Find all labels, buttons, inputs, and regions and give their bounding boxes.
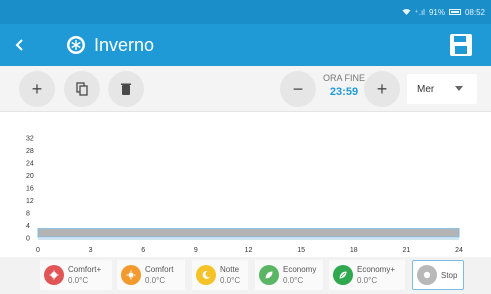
x-tick-label: 9 [194,247,198,254]
moon-icon [196,265,216,285]
x-tick-label: 15 [297,247,305,254]
plus-icon: + [31,78,43,99]
snowflake-badge-icon [67,36,85,54]
status-bar: ⁺.ıl 91% 08:52 [0,0,491,24]
leaf-icon [259,265,279,285]
legend-item-name: Comfort+ [68,265,102,274]
day-select[interactable]: Mer [407,74,477,104]
mode-legend: Comfort+ 0.0°C Comfort 0.0°C Notte 0.0°C Econo… [0,257,491,294]
stop-icon [417,265,437,285]
legend-item-name: Comfort [145,265,174,274]
x-tick-label: 21 [402,247,410,254]
end-time-display: ORA FINE 23:59 [317,73,371,98]
legend-item-temp: 0.0°C [68,276,89,285]
schedule-chart: 0 4 8 12 16 20 24 28 32 0 3 6 9 12 15 18 21 24 [0,130,491,255]
legend-item-name: Economy+ [357,265,396,274]
legend-item-temp: 0.0°C [283,276,304,285]
legend-item-notte[interactable]: Notte 0.0°C [192,260,248,290]
y-tick-label: 20 [26,173,34,180]
legend-item-temp: 0.0°C [357,276,378,285]
schedule-chart-svg: 0 4 8 12 16 20 24 28 32 0 3 6 9 12 15 18 21 24 [26,136,463,255]
legend-item-name: Economy [283,265,317,274]
x-tick-label: 18 [350,247,358,254]
legend-item-comfort[interactable]: Comfort 0.0°C [117,260,185,290]
y-tick-label: 12 [26,198,34,205]
add-button[interactable]: + [19,71,55,107]
save-button[interactable] [449,33,473,57]
y-tick-label: 4 [26,223,30,230]
decrease-time-button[interactable]: − [280,71,316,107]
legend-item-comfort-plus[interactable]: Comfort+ 0.0°C [40,260,112,290]
sun-icon [121,265,141,285]
y-tick-label: 32 [26,136,34,143]
x-tick-label: 12 [245,247,253,254]
page-title: Inverno [94,34,155,55]
copy-button[interactable] [64,71,100,107]
end-time-value: 23:59 [329,86,359,98]
battery-icon [448,9,461,15]
end-time-label: ORA FINE [322,73,365,83]
leaf-plus-icon [333,265,353,285]
copy-icon [76,82,88,96]
chevron-left-icon [15,39,23,51]
y-tick-label: 0 [26,236,30,243]
day-select-value: Mer [417,83,435,95]
increase-time-button[interactable]: + [364,71,400,107]
legend-item-name: Stop [441,270,458,280]
y-tick-label: 16 [26,186,34,193]
wifi-icon [402,8,411,16]
legend-item-stop[interactable]: Stop [412,260,464,290]
legend-item-temp: 0.0°C [220,276,241,285]
x-tick-label: 0 [36,247,40,254]
x-tick-label: 24 [455,247,463,254]
toolbar: + − ORA FINE 23:59 + Mer [0,66,491,112]
minus-icon: − [292,78,304,99]
x-tick-label: 3 [89,247,93,254]
legend-item-economy[interactable]: Economy 0.0°C [255,260,323,290]
schedule-segment-bar[interactable] [37,228,460,238]
chevron-down-icon [455,86,463,91]
battery-percent: 91% [428,7,445,17]
back-button[interactable] [0,24,40,66]
y-tick-label: 8 [26,211,30,218]
x-tick-label: 6 [141,247,145,254]
y-tick-label: 24 [26,161,34,168]
status-time: 08:52 [464,7,485,17]
delete-button[interactable] [108,71,144,107]
legend-item-economy-plus[interactable]: Economy+ 0.0°C [329,260,405,290]
plus-icon: + [376,78,388,99]
signal-indicator: ⁺.ıl [414,7,425,17]
legend-item-temp: 0.0°C [145,276,166,285]
y-tick-label: 28 [26,148,34,155]
app-bar: Inverno [0,24,491,66]
sun-plus-icon [44,265,64,285]
trash-icon [121,83,131,95]
legend-item-name: Notte [220,265,240,274]
